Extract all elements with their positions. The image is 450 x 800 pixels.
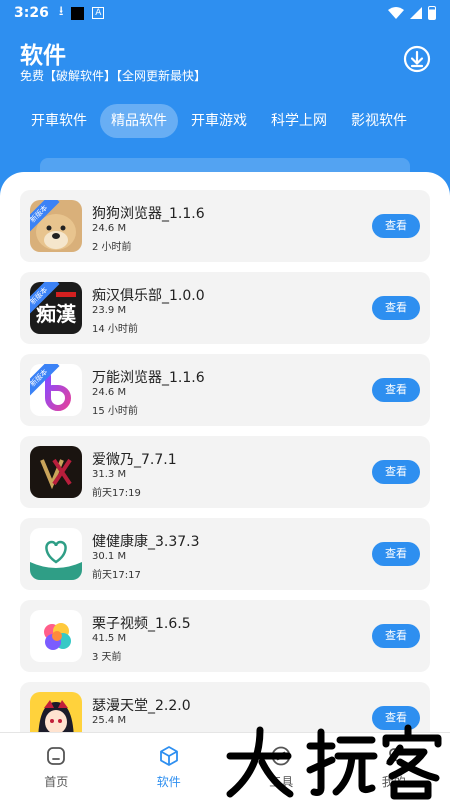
view-button[interactable]: 查看 <box>372 214 420 238</box>
app-name: 万能浏览器_1.1.6 <box>92 370 205 386</box>
app-name: 瑟漫天堂_2.2.0 <box>92 698 191 714</box>
wifi-icon <box>388 7 404 19</box>
app-update-time: 2 小时前 <box>92 242 132 253</box>
battery-icon <box>428 6 436 20</box>
app-list: 新版本 狗狗浏览器_1.1.6 24.6 M 2 小时前 查看 痴漢 新版本 痴… <box>20 190 430 764</box>
view-button[interactable]: 查看 <box>372 460 420 484</box>
app-update-time: 15 小时前 <box>92 406 138 417</box>
tab-kaiche-software[interactable]: 开車软件 <box>20 104 98 138</box>
app-update-time: 14 小时前 <box>92 324 138 335</box>
status-bar: 3:26 ⭳ A <box>0 0 450 26</box>
status-time: 3:26 <box>14 5 49 21</box>
list-item[interactable]: 新版本 万能浏览器_1.1.6 24.6 M 15 小时前 查看 <box>20 354 430 426</box>
tab-video-software[interactable]: 影视软件 <box>340 104 418 138</box>
app-name: 栗子视频_1.6.5 <box>92 616 191 632</box>
view-button[interactable]: 查看 <box>372 378 420 402</box>
chihan-icon: 痴漢 新版本 <box>30 282 82 334</box>
app-name: 健健康康_3.37.3 <box>92 534 200 550</box>
a-notification-icon: A <box>92 7 105 19</box>
view-button[interactable]: 查看 <box>372 542 420 566</box>
nav-home-label: 首页 <box>44 775 69 789</box>
app-name: 爱微乃_7.7.1 <box>92 452 177 468</box>
b-logo-icon: 新版本 <box>30 364 82 416</box>
header: 3:26 ⭳ A 软件 免费【破解软件】【全网更新最快】 开車软件 精品软件 开… <box>0 0 450 200</box>
app-size: 41.5 M <box>92 633 127 644</box>
app-list-sheet: 新版本 狗狗浏览器_1.1.6 24.6 M 2 小时前 查看 痴漢 新版本 痴… <box>0 172 450 800</box>
app-notification-icon <box>71 6 85 20</box>
app-update-time: 前天17:17 <box>92 570 141 581</box>
tab-premium-software[interactable]: 精品软件 <box>100 104 178 138</box>
app-update-time: 前天17:19 <box>92 488 141 499</box>
chihan-icon-accent <box>56 292 76 297</box>
app-name: 痴汉俱乐部_1.0.0 <box>92 288 205 304</box>
page-subtitle: 免费【破解软件】【全网更新最快】 <box>20 69 207 83</box>
colorful-ball-icon <box>30 610 82 662</box>
view-button[interactable]: 查看 <box>372 296 420 320</box>
list-item[interactable]: 新版本 狗狗浏览器_1.1.6 24.6 M 2 小时前 查看 <box>20 190 430 262</box>
app-update-time: 3 天前 <box>92 652 122 663</box>
list-item[interactable]: 栗子视频_1.6.5 41.5 M 3 天前 查看 <box>20 600 430 672</box>
home-icon <box>47 747 66 765</box>
nav-software-label: 软件 <box>156 775 181 789</box>
app-size: 25.4 M <box>92 715 127 726</box>
cube-icon <box>159 746 178 766</box>
page-title: 软件 <box>20 43 66 69</box>
list-item[interactable]: 痴漢 新版本 痴汉俱乐部_1.0.0 23.9 M 14 小时前 查看 <box>20 272 430 344</box>
doge-icon: 新版本 <box>30 200 82 252</box>
app-size: 31.3 M <box>92 469 127 480</box>
list-item[interactable]: 健健康康_3.37.3 30.1 M 前天17:17 查看 <box>20 518 430 590</box>
app-name: 狗狗浏览器_1.1.6 <box>92 206 205 222</box>
nav-software[interactable]: 软件 <box>113 733 226 800</box>
heart-logo-icon <box>30 528 82 580</box>
tab-vpn[interactable]: 科学上网 <box>260 104 338 138</box>
app-size: 30.1 M <box>92 551 127 562</box>
watermark-logo <box>226 724 442 800</box>
tab-kaiche-games[interactable]: 开車游戏 <box>180 104 258 138</box>
signal-icon <box>410 7 422 19</box>
app-size: 24.6 M <box>92 223 127 234</box>
app-size: 24.6 M <box>92 387 127 398</box>
download-icon[interactable] <box>402 44 432 74</box>
list-item[interactable]: 爱微乃_7.7.1 31.3 M 前天17:19 查看 <box>20 436 430 508</box>
category-tabs: 开車软件 精品软件 开車游戏 科学上网 影视软件 <box>20 104 420 138</box>
download-status-icon: ⭳ <box>58 4 64 19</box>
view-button[interactable]: 查看 <box>372 624 420 648</box>
app-size: 23.9 M <box>92 305 127 316</box>
vx-logo-icon <box>30 446 82 498</box>
nav-home[interactable]: 首页 <box>0 733 113 800</box>
